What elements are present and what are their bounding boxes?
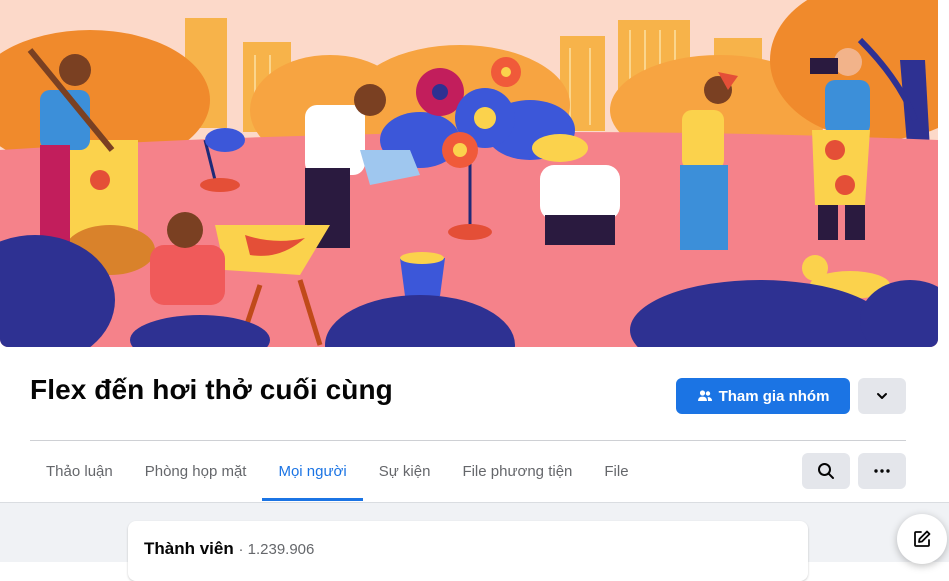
members-card: Thành viên · 1.239.906 bbox=[128, 521, 808, 581]
more-options-button[interactable] bbox=[858, 453, 906, 489]
tab-events[interactable]: Sự kiện bbox=[363, 441, 447, 501]
group-tabs: Thảo luận Phòng họp mặt Mọi người Sự kiệ… bbox=[30, 441, 645, 501]
tab-discussion[interactable]: Thảo luận bbox=[30, 441, 129, 501]
tab-media[interactable]: File phương tiện bbox=[446, 441, 588, 501]
join-group-button[interactable]: Tham gia nhóm bbox=[676, 378, 850, 414]
compose-icon bbox=[914, 530, 931, 547]
tab-files[interactable]: File bbox=[588, 441, 644, 501]
group-name: Flex đến hơi thở cuối cùng bbox=[30, 374, 393, 405]
chevron-down-icon bbox=[877, 393, 887, 399]
join-group-label: Tham gia nhóm bbox=[718, 387, 830, 405]
search-button[interactable] bbox=[802, 453, 850, 489]
search-icon bbox=[818, 463, 834, 479]
new-message-button[interactable] bbox=[897, 514, 947, 564]
group-options-dropdown[interactable] bbox=[858, 378, 906, 414]
more-horizontal-icon bbox=[874, 469, 890, 473]
people-icon bbox=[697, 390, 712, 401]
tab-rooms[interactable]: Phòng họp mặt bbox=[129, 441, 263, 501]
members-heading: Thành viên · 1.239.906 bbox=[144, 539, 314, 559]
members-title: Thành viên bbox=[144, 539, 234, 558]
members-section: Thành viên · 1.239.906 bbox=[0, 502, 949, 581]
cover-illustration bbox=[0, 0, 938, 347]
members-count: · 1.239.906 bbox=[238, 541, 315, 558]
tab-people[interactable]: Mọi người bbox=[262, 441, 363, 501]
group-header: Flex đến hơi thở cuối cùng Tham gia nhóm… bbox=[0, 347, 949, 502]
cover-photo bbox=[0, 0, 938, 347]
